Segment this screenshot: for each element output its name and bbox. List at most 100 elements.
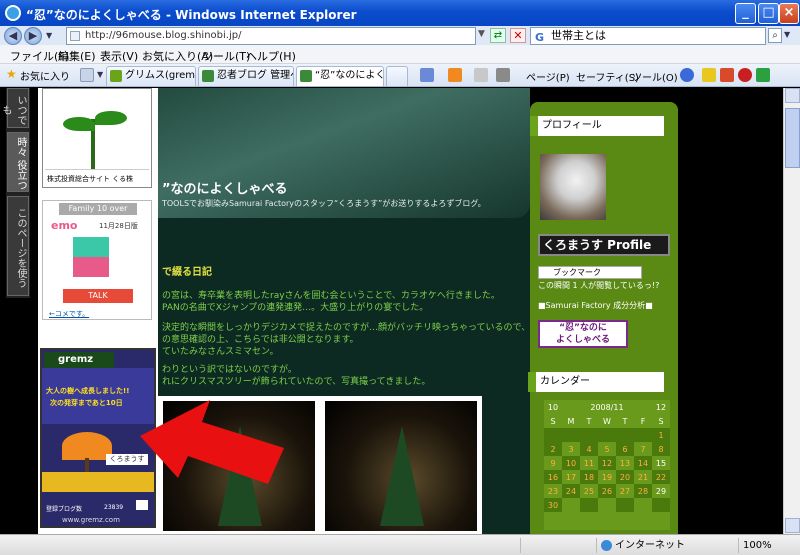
- calendar-date[interactable]: 6: [616, 442, 634, 456]
- comment-link[interactable]: ←コメです。: [49, 309, 89, 319]
- stop-icon[interactable]: ✕: [510, 28, 526, 43]
- blog-subtitle: TOOLSでお馴染みSamurai Factoryのスタッフ“くろまうす”がお送…: [162, 199, 486, 208]
- calendar-date[interactable]: 1: [652, 428, 670, 442]
- back-button[interactable]: ◀: [4, 27, 22, 45]
- favorites-star-icon[interactable]: ★: [6, 67, 17, 81]
- globe-icon: [601, 540, 612, 551]
- menu-bar: ファイル(F) 編集(E) 表示(V) お気に入り(A) ツール(T) ヘルプ(…: [0, 45, 800, 64]
- calendar-heading: カレンダー: [528, 372, 664, 392]
- profile-link[interactable]: くろまうす Profile: [538, 234, 670, 256]
- tab-gremz[interactable]: グリムス(gremz) ...: [106, 66, 196, 86]
- favorites-button[interactable]: お気に入り: [20, 68, 70, 83]
- calendar-date[interactable]: 17: [562, 470, 580, 484]
- help-icon[interactable]: [680, 68, 694, 82]
- calendar-date[interactable]: 21: [634, 470, 652, 484]
- blog-title[interactable]: ”なのによくしゃべる: [162, 178, 288, 197]
- tab-ninja-admin[interactable]: 忍者ブログ 管理ペ...: [198, 66, 294, 86]
- calendar-date[interactable]: 11: [580, 456, 598, 470]
- calendar-date[interactable]: 10: [562, 456, 580, 470]
- search-options-icon[interactable]: ▼: [784, 30, 790, 39]
- maximize-button[interactable]: □: [758, 3, 779, 24]
- close-button[interactable]: ×: [779, 3, 799, 24]
- calendar-date[interactable]: 27: [616, 484, 634, 498]
- side-tab-useful[interactable]: 時々 役立つ: [7, 132, 29, 192]
- calendar-date[interactable]: 20: [616, 470, 634, 484]
- calendar-date: [580, 498, 598, 512]
- page-menu[interactable]: ページ(P): [526, 69, 570, 84]
- calendar-day-header: F: [640, 416, 646, 426]
- calendar-day-header: T: [586, 416, 592, 426]
- gremz-favicon-icon: [110, 70, 122, 82]
- scroll-thumb[interactable]: [785, 108, 800, 168]
- menu-view[interactable]: 表示(V): [100, 48, 138, 64]
- emo-face-bottom: [73, 257, 109, 277]
- addon-icon[interactable]: [702, 68, 716, 82]
- scroll-down-button[interactable]: [785, 518, 800, 533]
- calendar-date[interactable]: 9: [544, 456, 562, 470]
- mail-icon[interactable]: [474, 68, 488, 82]
- calendar-date[interactable]: 24: [562, 484, 580, 498]
- addon-icon[interactable]: [720, 68, 734, 82]
- new-tab-button[interactable]: [386, 66, 408, 86]
- calendar-date[interactable]: 14: [634, 456, 652, 470]
- refresh-icon[interactable]: ⇄: [490, 28, 506, 43]
- gremz-url: www.gremz.com: [62, 516, 120, 524]
- zoom-level[interactable]: 100%: [738, 538, 798, 553]
- calendar-date[interactable]: 12: [598, 456, 616, 470]
- calendar-date[interactable]: 23: [544, 484, 562, 498]
- forward-button[interactable]: ▶: [24, 27, 42, 45]
- side-tab-usepage[interactable]: このページを使う: [7, 196, 29, 296]
- search-icon[interactable]: ⌕: [768, 28, 782, 43]
- calendar-date[interactable]: 18: [580, 470, 598, 484]
- calendar-date[interactable]: 8: [652, 442, 670, 456]
- calendar-date: [562, 498, 580, 512]
- calendar-date[interactable]: 25: [580, 484, 598, 498]
- search-engine-icon: G: [535, 31, 545, 44]
- address-input[interactable]: http://96mouse.blog.shinobi.jp/: [66, 27, 476, 45]
- tab-shinobi-blog[interactable]: “忍”なのによく...: [296, 66, 384, 86]
- tab-list-icon[interactable]: ▼: [97, 70, 103, 79]
- calendar-date[interactable]: 7: [634, 442, 652, 456]
- menu-edit[interactable]: 編集(E): [58, 48, 96, 64]
- side-tab-anytime[interactable]: いつでも: [0, 88, 29, 128]
- talk-button[interactable]: TALK: [63, 289, 133, 303]
- calendar-date[interactable]: 2: [544, 442, 562, 456]
- analysis-link[interactable]: ■Samurai Factory 成分分析■: [538, 300, 653, 311]
- safety-menu[interactable]: セーフティ(S): [576, 69, 639, 84]
- tools-menu[interactable]: ツール(O): [632, 69, 678, 84]
- vertical-scrollbar[interactable]: [783, 88, 800, 534]
- calendar-date[interactable]: 5: [598, 442, 616, 456]
- calendar-date[interactable]: 3: [562, 442, 580, 456]
- emo-widget[interactable]: Family 10 over emo 11月28日版 TALK ←コメです。: [42, 200, 152, 320]
- calendar-date[interactable]: 19: [598, 470, 616, 484]
- search-input[interactable]: G 世帯主とは: [530, 27, 766, 45]
- minimize-button[interactable]: _: [735, 3, 756, 24]
- calendar-date[interactable]: 26: [598, 484, 616, 498]
- scroll-up-button[interactable]: [785, 88, 800, 103]
- recent-pages-icon[interactable]: ▼: [46, 31, 52, 40]
- home-icon[interactable]: [420, 68, 434, 82]
- bookmark-button[interactable]: ブックマーク: [538, 266, 642, 279]
- page-icon: [70, 31, 80, 41]
- calendar-date[interactable]: 22: [652, 470, 670, 484]
- calendar-date[interactable]: 13: [616, 456, 634, 470]
- menu-help[interactable]: ヘルプ(H): [246, 48, 296, 64]
- calendar-date[interactable]: 4: [580, 442, 598, 456]
- print-icon[interactable]: [496, 68, 510, 82]
- feeds-icon[interactable]: [448, 68, 462, 82]
- kurukabu-banner[interactable]: 株式投資総合サイト くる株: [42, 88, 152, 188]
- address-dropdown-icon[interactable]: ▼: [478, 29, 485, 39]
- window-title: “忍”なのによくしゃべる - Windows Internet Explorer: [26, 8, 357, 22]
- calendar-next[interactable]: 12: [652, 400, 670, 414]
- photo-christmas-tree[interactable]: [320, 396, 482, 534]
- calendar-prev[interactable]: 10: [544, 400, 562, 414]
- quick-tabs-icon[interactable]: [80, 68, 94, 82]
- blog-banner[interactable]: “忍”なのに よくしゃべる: [538, 320, 628, 348]
- addon-icon[interactable]: [738, 68, 752, 82]
- menu-tools[interactable]: ツール(T): [202, 48, 250, 64]
- entry-text: PANの名曲でXジャンプの連発連発…。大盛り上がりの宴でした。: [162, 303, 429, 313]
- gremz-count: 23839: [104, 504, 124, 511]
- addon-icon[interactable]: [756, 68, 770, 82]
- calendar-date: [616, 428, 634, 442]
- entry-title[interactable]: で綴る日記: [162, 263, 212, 278]
